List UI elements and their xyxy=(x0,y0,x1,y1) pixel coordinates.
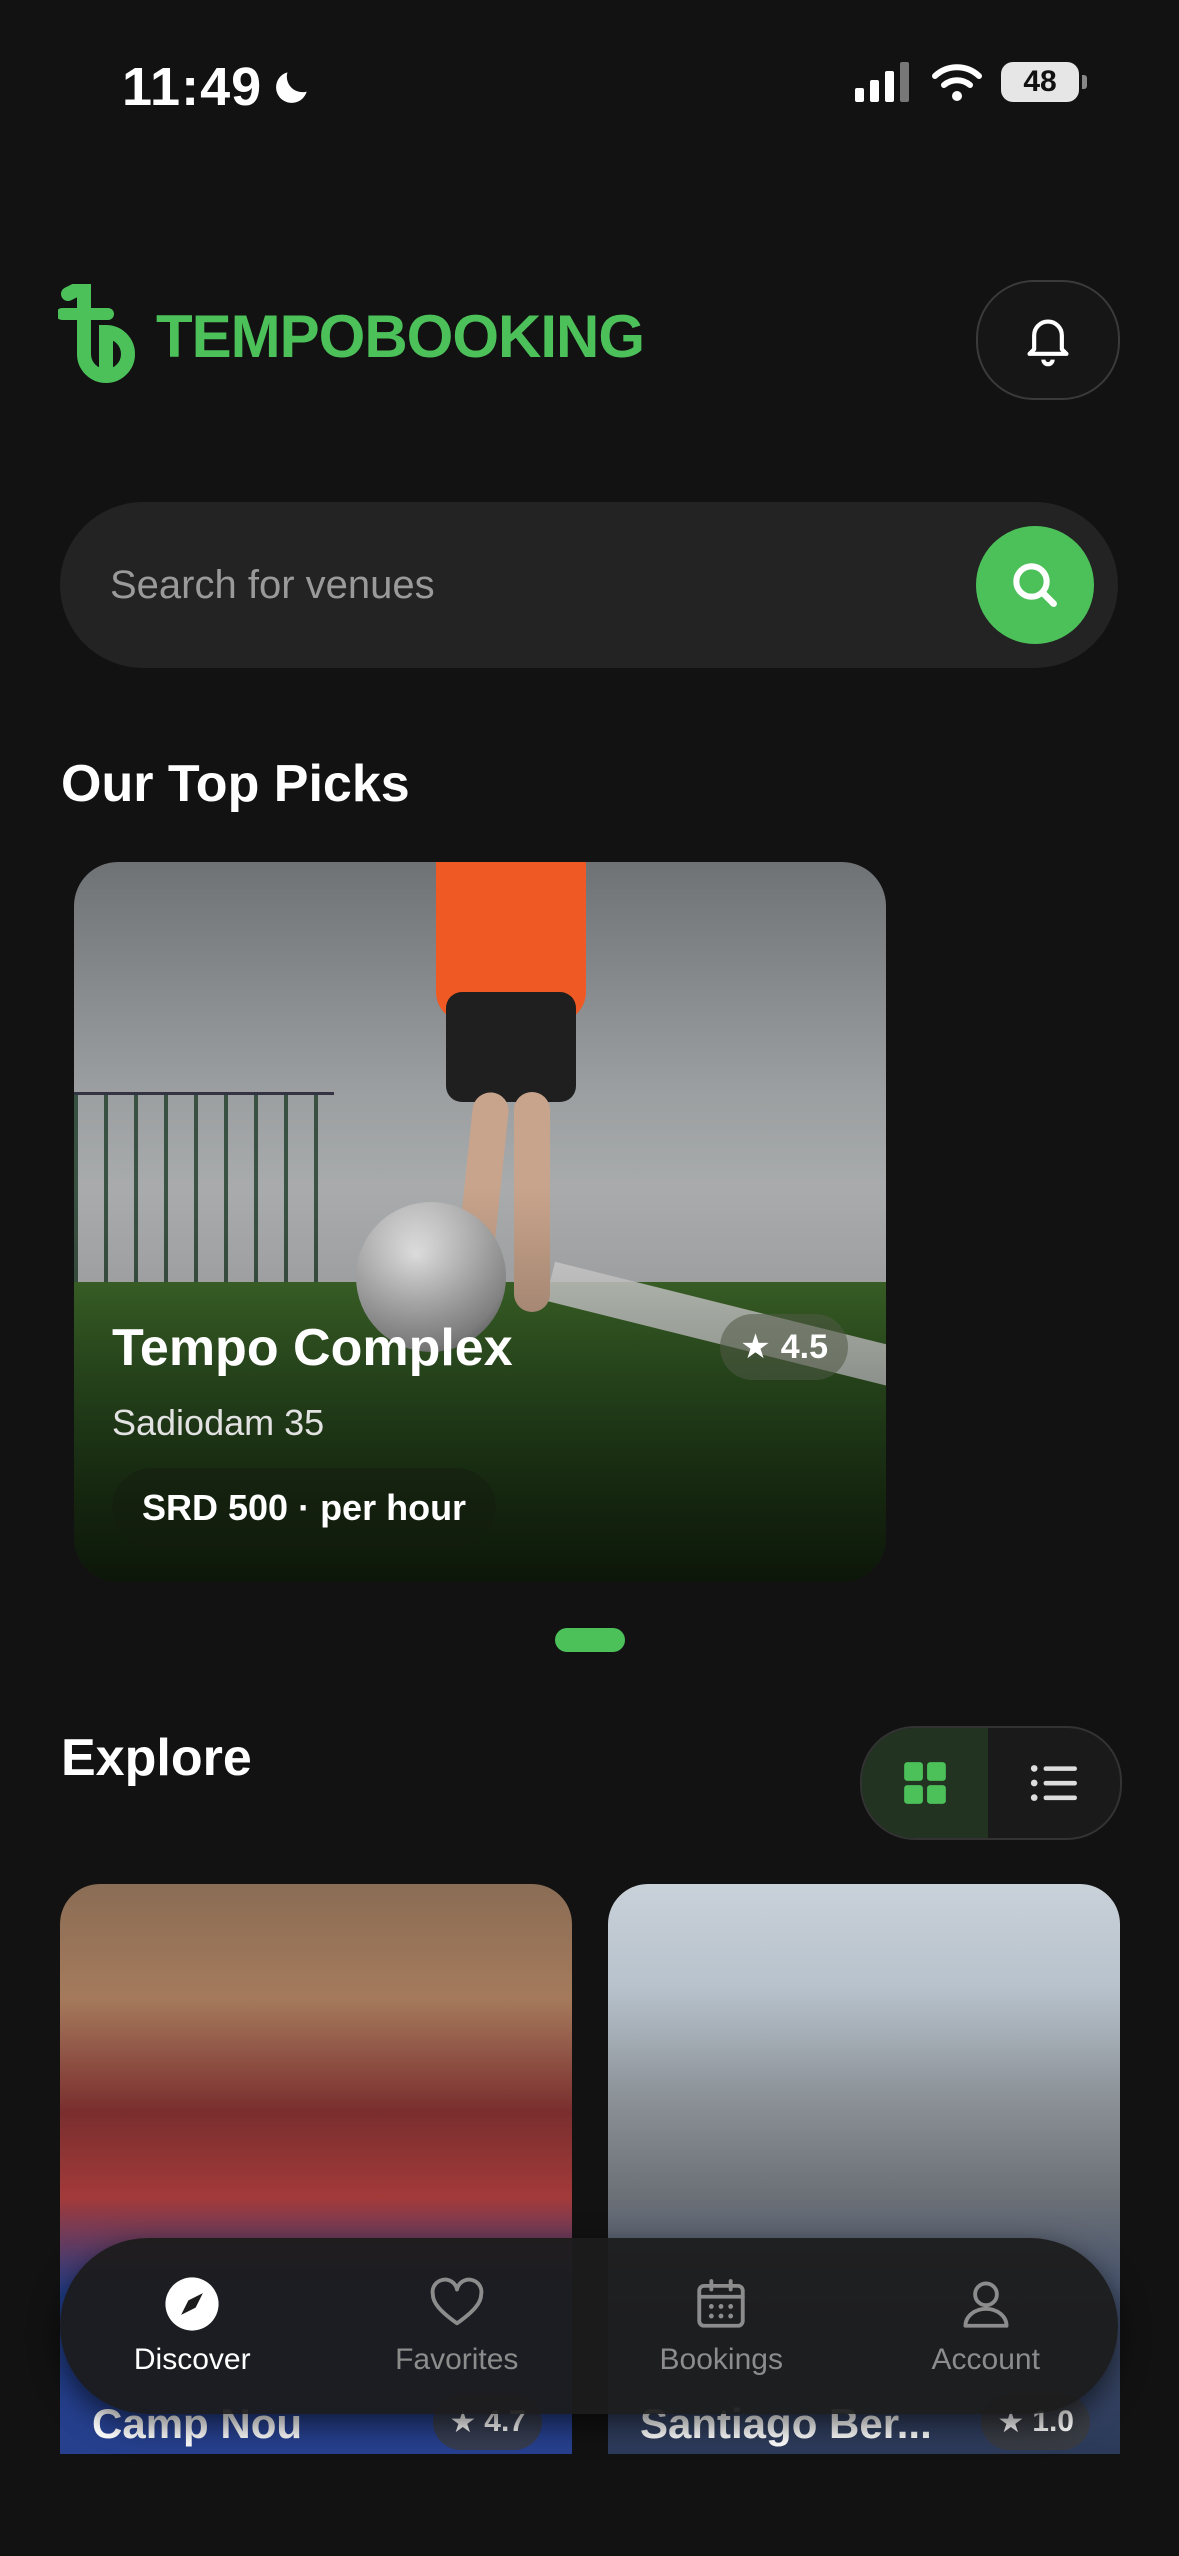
wifi-icon xyxy=(932,64,982,101)
rating-badge: ★ 4.5 xyxy=(720,1314,848,1380)
explore-title: Explore xyxy=(61,1729,252,1787)
notifications-button[interactable] xyxy=(976,280,1120,400)
clock-text: 11:49 xyxy=(122,57,263,117)
list-view-button[interactable] xyxy=(988,1728,1120,1838)
nav-bookings[interactable]: Bookings xyxy=(611,2275,831,2377)
bottom-nav: Discover Favorites Bookings Account xyxy=(60,2238,1118,2414)
calendar-icon xyxy=(697,2279,745,2328)
signal-icon xyxy=(855,62,909,102)
list-icon xyxy=(1030,1765,1077,1801)
app-logo: TEMPOBOOKING xyxy=(58,284,645,388)
search-bar xyxy=(60,502,1118,668)
user-icon xyxy=(963,2281,1009,2328)
venue-name: Tempo Complex xyxy=(112,1319,513,1377)
status-indicators: 48 xyxy=(855,62,1087,102)
nav-account[interactable]: Account xyxy=(876,2275,1096,2377)
carousel-indicator[interactable] xyxy=(555,1628,625,1652)
nav-favorites[interactable]: Favorites xyxy=(347,2275,567,2377)
search-icon xyxy=(1013,563,1057,607)
moon-icon xyxy=(276,72,307,103)
tempobooking-logo-icon xyxy=(58,284,135,383)
rating-value: 4.5 xyxy=(780,1327,828,1366)
search-button[interactable] xyxy=(976,526,1094,644)
battery-level: 48 xyxy=(1023,65,1057,98)
battery-indicator: 48 xyxy=(1001,62,1087,102)
nav-label: Favorites xyxy=(395,2343,519,2376)
nav-label: Bookings xyxy=(659,2343,783,2376)
bell-icon xyxy=(1027,319,1069,367)
top-pick-card[interactable]: Tempo Complex ★ 4.5 Sadiodam 35 SRD 500 … xyxy=(74,862,886,1582)
grid-icon xyxy=(904,1762,946,1804)
nav-label: Account xyxy=(931,2343,1040,2376)
star-icon: ★ xyxy=(740,1328,771,1366)
grid-view-button[interactable] xyxy=(862,1728,988,1838)
status-time: 11:49 xyxy=(122,56,314,118)
compass-icon xyxy=(165,2277,219,2331)
nav-label: Discover xyxy=(133,2343,251,2376)
venue-address: Sadiodam 35 xyxy=(112,1402,325,1443)
view-toggle xyxy=(860,1726,1122,1840)
heart-icon xyxy=(430,2277,484,2326)
logo-text: TEMPOBOOKING xyxy=(156,302,645,370)
nav-discover[interactable]: Discover xyxy=(82,2275,302,2377)
top-picks-title: Our Top Picks xyxy=(61,755,410,813)
search-input[interactable] xyxy=(108,548,972,622)
price-badge: SRD 500 · per hour xyxy=(112,1468,497,1548)
